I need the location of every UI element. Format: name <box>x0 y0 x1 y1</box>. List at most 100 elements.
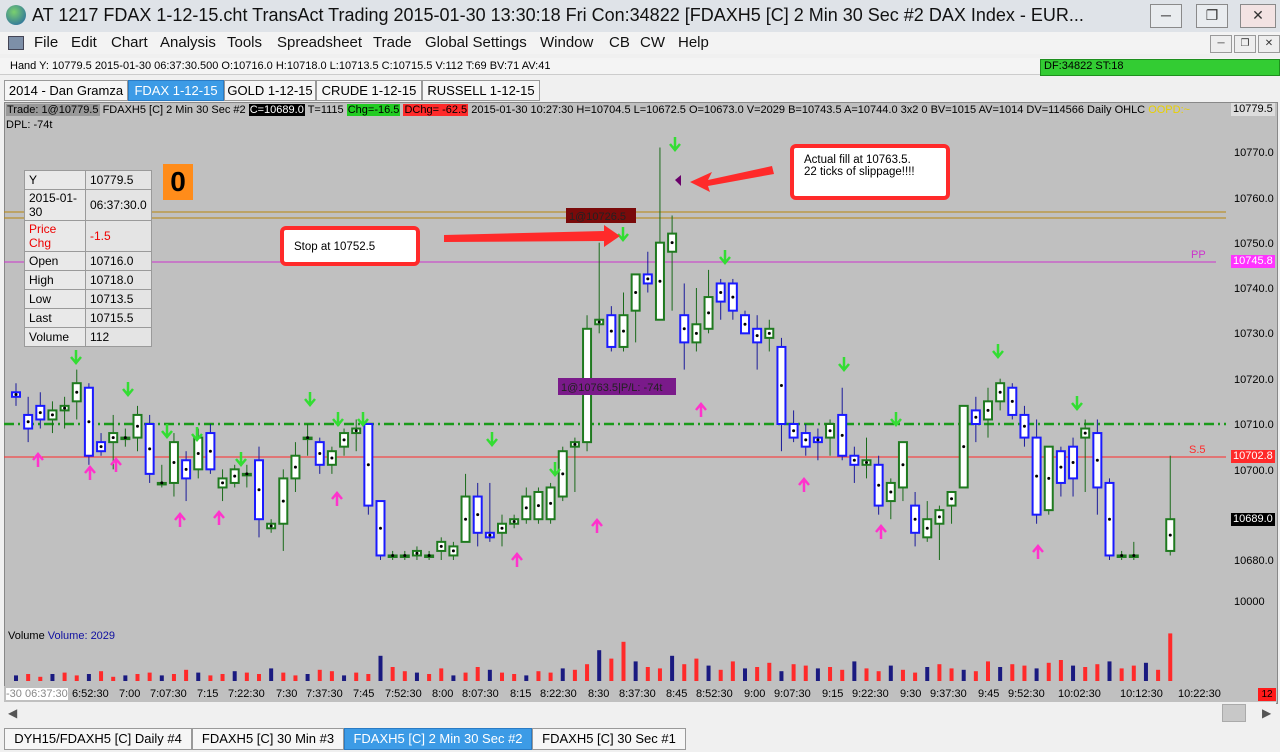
time-tick: 9:45 <box>978 688 1000 700</box>
volume-bar <box>305 674 310 681</box>
bottom-tab-2min30[interactable]: FDAXH5 [C] 2 Min 30 Sec #2 <box>344 728 532 750</box>
candle-close-dot <box>464 517 468 521</box>
volume-bar <box>317 669 322 681</box>
menu-trade[interactable]: Trade <box>373 34 412 51</box>
candle-close-dot <box>913 517 917 521</box>
menu-file[interactable]: File <box>34 34 58 51</box>
close-button[interactable]: ✕ <box>1240 4 1276 28</box>
restore-button[interactable]: ❐ <box>1196 4 1228 28</box>
candle-close-dot <box>779 383 783 387</box>
volume-bar <box>524 675 529 681</box>
volume-bar <box>147 672 152 681</box>
tab-crude[interactable]: CRUDE 1-12-15 <box>316 80 422 101</box>
candle-close-dot <box>707 311 711 315</box>
candle-close-dot <box>136 424 139 428</box>
quote-label: Volume <box>24 327 86 347</box>
menu-window[interactable]: Window <box>540 34 593 51</box>
candle-close-dot <box>50 413 54 417</box>
volume-bar <box>86 674 91 681</box>
green-down-arrow-icon <box>617 227 629 242</box>
scroll-left-icon[interactable]: ◀ <box>8 706 17 720</box>
candle-close-dot <box>767 331 771 335</box>
magenta-up-arrow-icon <box>213 510 225 525</box>
volume-bar <box>645 667 650 681</box>
candle-close-dot <box>828 429 832 433</box>
menu-help[interactable]: Help <box>678 34 709 51</box>
volume-bar <box>1022 665 1027 681</box>
menu-edit[interactable]: Edit <box>71 34 97 51</box>
candle-close-dot <box>1059 465 1063 469</box>
candle-close-dot <box>877 483 881 487</box>
menu-cb[interactable]: CB <box>609 34 630 51</box>
candle-close-dot <box>38 411 42 415</box>
bottom-tab-daily[interactable]: DYH15/FDAXH5 [C] Daily #4 <box>4 728 192 750</box>
volume-bar <box>961 669 966 681</box>
menu-cw[interactable]: CW <box>640 34 665 51</box>
volume-bar <box>572 669 577 681</box>
volume-bar <box>329 671 334 681</box>
menu-chart[interactable]: Chart <box>111 34 148 51</box>
candle-close-dot <box>221 481 225 485</box>
candle-close-dot <box>14 393 18 397</box>
candle-close-dot <box>354 429 358 433</box>
green-down-arrow-icon <box>992 344 1004 359</box>
quote-value: 10779.5 <box>85 170 152 190</box>
candle-close-dot <box>937 515 941 519</box>
volume-bar <box>257 674 261 681</box>
menu-global-settings[interactable]: Global Settings <box>425 34 527 51</box>
volume-bar <box>135 674 140 681</box>
volume-bar <box>1143 662 1148 681</box>
candle-close-dot <box>840 433 844 437</box>
price-tick: 10760.0 <box>1234 193 1274 205</box>
bottom-tab-30sec[interactable]: FDAXH5 [C] 30 Sec #1 <box>532 728 686 750</box>
candle-close-dot <box>597 320 601 324</box>
time-tick: 9:52:30 <box>1008 688 1045 700</box>
time-tick: 10:02:30 <box>1058 688 1101 700</box>
magenta-up-arrow-icon <box>591 518 603 533</box>
scroll-thumb[interactable] <box>1222 704 1246 722</box>
menu-analysis[interactable]: Analysis <box>160 34 216 51</box>
volume-bar <box>828 667 833 681</box>
candle-close-dot <box>1095 458 1099 462</box>
time-tick: 7:45 <box>353 688 375 700</box>
tab-fdax[interactable]: FDAX 1-12-15 <box>128 80 224 101</box>
volume-bar <box>427 674 432 681</box>
volume-bar <box>378 655 383 681</box>
tab-gold[interactable]: GOLD 1-12-15 <box>224 80 316 101</box>
green-down-arrow-icon <box>838 357 850 372</box>
volume-bar <box>293 675 298 681</box>
time-tick: 8:37:30 <box>619 688 656 700</box>
entry-order-label: 1@10726.5 <box>569 211 626 223</box>
candle-close-dot <box>670 241 674 245</box>
hand-quote-line: Hand Y: 10779.5 2015-01-30 06:37:30.500 … <box>10 60 551 72</box>
price-tick: 10000 <box>1234 596 1265 608</box>
bottom-tab-30min[interactable]: FDAXH5 [C] 30 Min #3 <box>192 728 344 750</box>
time-tick: 9:30 <box>900 688 922 700</box>
candle-close-dot <box>451 549 455 553</box>
menu-spreadsheet[interactable]: Spreadsheet <box>277 34 362 51</box>
quote-label: Price Chg <box>24 220 86 252</box>
candle-close-dot <box>694 331 698 335</box>
mdi-minimize-button[interactable]: ─ <box>1210 35 1232 53</box>
tab-russell[interactable]: RUSSELL 1-12-15 <box>422 80 540 101</box>
candle-close-dot <box>852 458 856 462</box>
minimize-button[interactable]: ─ <box>1150 4 1182 28</box>
candle-close-dot <box>719 291 723 295</box>
mdi-close-button[interactable]: ✕ <box>1258 35 1280 53</box>
mdi-document-icon[interactable] <box>8 36 24 50</box>
candle-close-dot <box>476 513 480 517</box>
volume-bar <box>366 674 371 681</box>
menu-tools[interactable]: Tools <box>227 34 262 51</box>
volume-bar <box>1010 664 1015 681</box>
time-tick: -30 06:37:30 <box>6 688 68 700</box>
candle-close-dot <box>318 451 322 455</box>
scroll-right-icon[interactable]: ▶ <box>1262 706 1271 720</box>
volume-bar <box>62 672 67 681</box>
horizontal-scrollbar[interactable] <box>4 702 1276 724</box>
mdi-restore-button[interactable]: ❐ <box>1234 35 1256 53</box>
time-tick: 7:37:30 <box>306 688 343 700</box>
magenta-up-arrow-icon <box>875 524 887 539</box>
volume-value: Volume: 2029 <box>47 630 116 642</box>
tab-dan-gramza[interactable]: 2014 - Dan Gramza <box>4 80 128 101</box>
time-tick: 10:22:30 <box>1178 688 1221 700</box>
